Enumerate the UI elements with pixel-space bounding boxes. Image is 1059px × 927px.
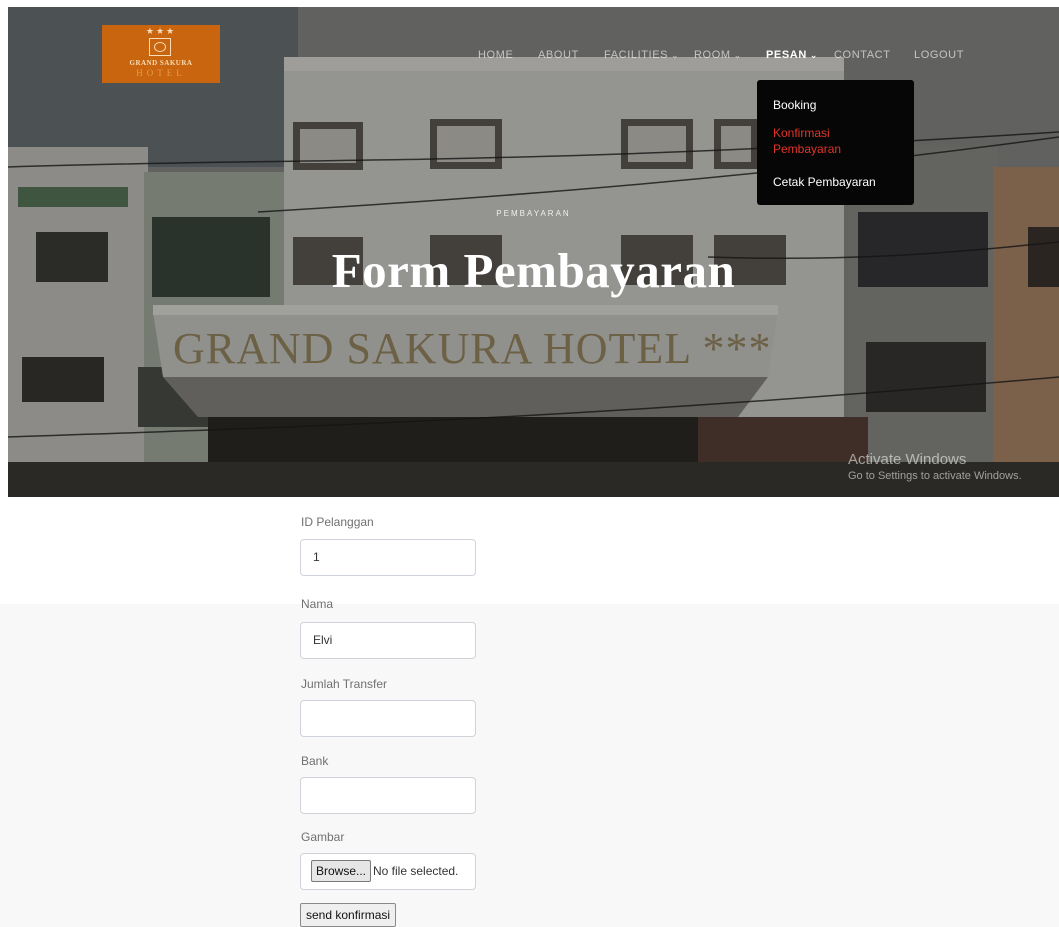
browse-button[interactable]: Browse...: [311, 860, 372, 882]
payment-form: ID Pelanggan 1 Nama Elvi Jumlah Transfer…: [0, 0, 1059, 927]
nama-input[interactable]: Elvi: [300, 622, 476, 659]
id-pelanggan-input[interactable]: 1: [300, 539, 476, 576]
gambar-file-input[interactable]: Browse... No file selected.: [300, 853, 476, 890]
bank-label: Bank: [301, 754, 329, 768]
jumlah-transfer-label: Jumlah Transfer: [301, 677, 388, 691]
gambar-label: Gambar: [301, 830, 345, 844]
file-status-text: No file selected.: [373, 864, 459, 878]
send-konfirmasi-button[interactable]: send konfirmasi: [300, 903, 397, 927]
bank-input[interactable]: [300, 777, 476, 814]
id-pelanggan-label: ID Pelanggan: [301, 515, 374, 529]
nama-label: Nama: [301, 597, 334, 611]
jumlah-transfer-input[interactable]: [300, 700, 476, 737]
